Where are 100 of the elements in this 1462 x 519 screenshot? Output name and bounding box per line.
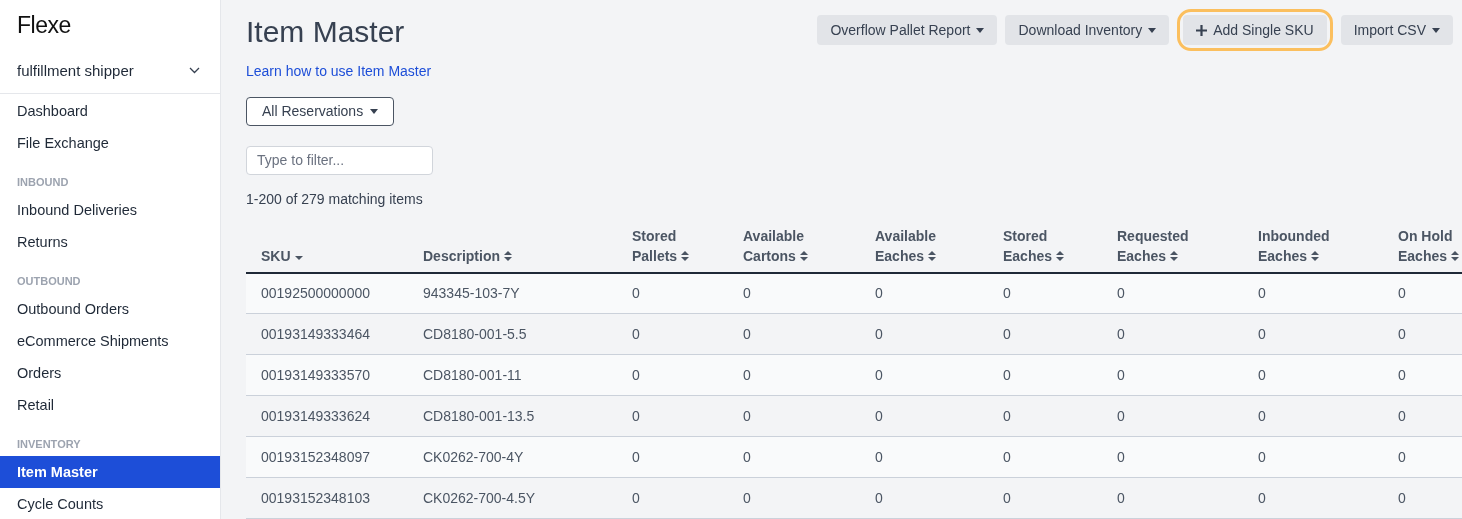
dropdown-button[interactable]: Download Inventory	[1005, 15, 1170, 45]
column-header[interactable]: Stored Pallets	[632, 225, 722, 266]
section-heading: INVENTORY	[16, 437, 82, 452]
match-count: 1-200 of 279 matching items	[246, 190, 424, 207]
column-header[interactable]: Available Cartons	[743, 225, 833, 266]
nav-item[interactable]: Outbound Orders	[0, 293, 220, 325]
nav-item[interactable]: Orders	[0, 357, 220, 389]
table-cell: 00193149333624	[246, 395, 408, 437]
table-cell: 0	[988, 477, 1102, 519]
table-cell: 0	[1102, 313, 1243, 355]
account-selector[interactable]: fulfillment shipper	[0, 50, 220, 94]
table-cell: 0	[617, 395, 728, 437]
sort-icon[interactable]	[1056, 249, 1065, 262]
table-cell: 00192500000000	[246, 272, 408, 314]
column-header[interactable]: Description	[423, 245, 512, 266]
table-cell: 0	[728, 395, 860, 437]
chevron-down-icon	[189, 67, 200, 74]
sort-icon[interactable]	[504, 249, 512, 262]
help-link[interactable]: Learn how to use Item Master	[246, 63, 432, 79]
table-cell: 0	[860, 436, 988, 478]
nav-item[interactable]: Returns	[0, 226, 220, 258]
sort-icon[interactable]	[1451, 249, 1460, 262]
sort-icon[interactable]	[681, 249, 690, 262]
table-cell: 0	[988, 354, 1102, 396]
section-heading: OUTBOUND	[16, 274, 82, 289]
sort-icon[interactable]	[1170, 249, 1179, 262]
table-cell: 0	[988, 313, 1102, 355]
table-cell: 0	[728, 272, 860, 314]
table-cell: 0	[617, 272, 728, 314]
table-cell: CK0262-700-4.5Y	[408, 477, 617, 519]
column-header[interactable]: SKU	[261, 245, 303, 266]
table-cell: CD8180-001-11	[408, 354, 617, 396]
table-cell: 0	[1383, 436, 1462, 478]
table-cell: 0	[988, 395, 1102, 437]
table-cell: 0	[860, 313, 988, 355]
table-cell: 0	[728, 436, 860, 478]
add-button[interactable]: Add Single SKU	[1183, 15, 1327, 45]
table-cell: 0	[1383, 477, 1462, 519]
reservation-dropdown[interactable]: All Reservations	[246, 97, 395, 126]
nav-item[interactable]: Dashboard	[0, 95, 220, 127]
nav-item[interactable]: Inbound Deliveries	[0, 194, 220, 226]
dropdown-button[interactable]: Overflow Pallet Report	[817, 15, 998, 45]
caret-icon	[1148, 27, 1157, 33]
sort-icon[interactable]	[928, 249, 937, 262]
table-cell: CD8180-001-13.5	[408, 395, 617, 437]
caret-icon	[1432, 27, 1440, 33]
table-cell: 0	[988, 436, 1102, 478]
caret-icon	[370, 108, 379, 114]
table-cell: 0	[860, 477, 988, 519]
table-cell: 0	[1383, 313, 1462, 355]
table-cell: 0	[1243, 313, 1383, 355]
table-cell: 00193152348097	[246, 436, 408, 478]
table-cell: 0	[617, 354, 728, 396]
table-cell: 0	[1102, 477, 1243, 519]
section-heading: INBOUND	[16, 175, 70, 190]
table-cell: 0	[1102, 354, 1243, 396]
table-cell: 0	[617, 313, 728, 355]
nav-item[interactable]: Cycle Counts	[0, 488, 220, 519]
nav-item[interactable]: Retail	[0, 389, 220, 421]
caret-icon	[976, 27, 985, 33]
table-cell: 0	[988, 272, 1102, 314]
table-cell: 0	[1243, 354, 1383, 396]
table-cell: CD8180-001-5.5	[408, 313, 617, 355]
table-cell: 0	[1243, 436, 1383, 478]
table-cell: 0	[1243, 477, 1383, 519]
column-header[interactable]: On Hold Eaches	[1398, 225, 1462, 266]
table-cell: 0	[1102, 436, 1243, 478]
table-cell: 0	[1383, 272, 1462, 314]
nav-item[interactable]: File Exchange	[0, 127, 220, 159]
dropdown-button[interactable]: Import CSV	[1340, 15, 1453, 45]
table-cell: 0	[617, 436, 728, 478]
table-cell: 943345-103-7Y	[408, 272, 617, 314]
table-cell: CK0262-700-4Y	[408, 436, 617, 478]
table-cell: 00193149333570	[246, 354, 408, 396]
sort-icon[interactable]	[799, 249, 808, 262]
table-cell: 00193149333464	[246, 313, 408, 355]
filter-field[interactable]: Type to filter...	[246, 145, 433, 175]
table-cell: 0	[1383, 395, 1462, 437]
table-cell: 0	[617, 477, 728, 519]
logo: Flexe	[16, 11, 72, 40]
table-cell: 0	[860, 272, 988, 314]
column-header[interactable]: Inbounded Eaches	[1258, 225, 1348, 266]
table-cell: 0	[1102, 395, 1243, 437]
table-cell: 0	[1102, 272, 1243, 314]
nav-item[interactable]: eCommerce Shipments	[0, 325, 220, 357]
table-cell: 0	[1383, 354, 1462, 396]
sort-icon[interactable]	[1311, 249, 1320, 262]
table-cell: 0	[728, 354, 860, 396]
table-cell: 0	[860, 354, 988, 396]
table-cell: 0	[860, 395, 988, 437]
column-header[interactable]: Requested Eaches	[1117, 225, 1207, 266]
column-header[interactable]: Stored Eaches	[1003, 225, 1093, 266]
nav-item[interactable]: Item Master	[0, 456, 220, 488]
table-cell: 0	[728, 313, 860, 355]
page-title: Item Master	[246, 14, 405, 50]
table-cell: 0	[728, 477, 860, 519]
column-header[interactable]: Available Eaches	[875, 225, 965, 266]
table-cell: 0	[1243, 272, 1383, 314]
table-cell: 00193152348103	[246, 477, 408, 519]
plus-icon	[1196, 24, 1208, 36]
